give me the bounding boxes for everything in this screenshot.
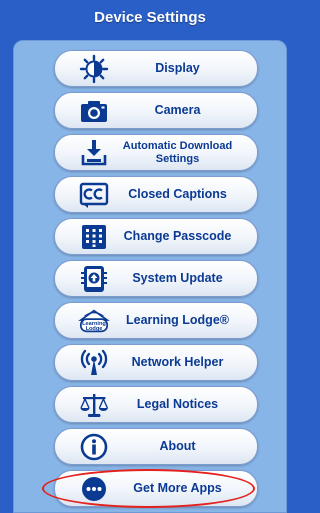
download-icon — [78, 138, 110, 168]
menu-item-camera[interactable]: Camera — [54, 92, 258, 129]
menu-item-label: Get More Apps — [133, 480, 222, 495]
menu-item-label: Learning Lodge® — [126, 312, 229, 327]
menu-item-get-more-apps[interactable]: Get More Apps — [54, 470, 258, 507]
closed-captions-icon — [78, 180, 110, 210]
menu-item-legal-notices[interactable]: Legal Notices — [54, 386, 258, 423]
menu-item-label: Legal Notices — [136, 396, 219, 411]
more-dots-icon — [78, 474, 110, 504]
menu-item-label: Network Helper — [131, 354, 224, 369]
camera-icon — [78, 96, 110, 126]
wireless-antenna-icon — [78, 348, 110, 378]
scales-icon — [78, 390, 110, 420]
menu-item-label: Closed Captions — [128, 186, 227, 201]
menu-item-automatic-download-settings[interactable]: Automatic Download Settings — [54, 134, 258, 171]
menu-item-about[interactable]: About — [54, 428, 258, 465]
menu-item-label: Change Passcode — [123, 228, 232, 243]
keypad-icon — [78, 222, 110, 252]
menu-item-label: About — [159, 438, 196, 453]
menu-item-label-line2: Settings — [155, 152, 200, 165]
menu-item-system-update[interactable]: System Update — [54, 260, 258, 297]
menu-item-label: Display — [155, 60, 200, 75]
settings-menu-panel: Display Camera Automatic Download Settin… — [13, 40, 287, 513]
menu-item-label: System Update — [132, 270, 223, 285]
menu-item-change-passcode[interactable]: Change Passcode — [54, 218, 258, 255]
menu-item-closed-captions[interactable]: Closed Captions — [54, 176, 258, 213]
learning-lodge-icon: Learning Lodge — [78, 306, 110, 336]
menu-item-label: Automatic Download Settings — [110, 140, 245, 164]
display-brightness-icon — [78, 54, 110, 84]
logo-text-lodge: Lodge — [86, 326, 103, 332]
menu-item-display[interactable]: Display — [54, 50, 258, 87]
page-title: Device Settings — [94, 8, 206, 26]
system-update-icon — [78, 264, 110, 294]
menu-item-label: Camera — [154, 102, 201, 117]
info-icon — [78, 432, 110, 462]
menu-item-label-line1: Automatic Download — [122, 140, 233, 153]
menu-item-network-helper[interactable]: Network Helper — [54, 344, 258, 381]
menu-item-learning-lodge[interactable]: Learning Lodge Learning Lodge® — [54, 302, 258, 339]
